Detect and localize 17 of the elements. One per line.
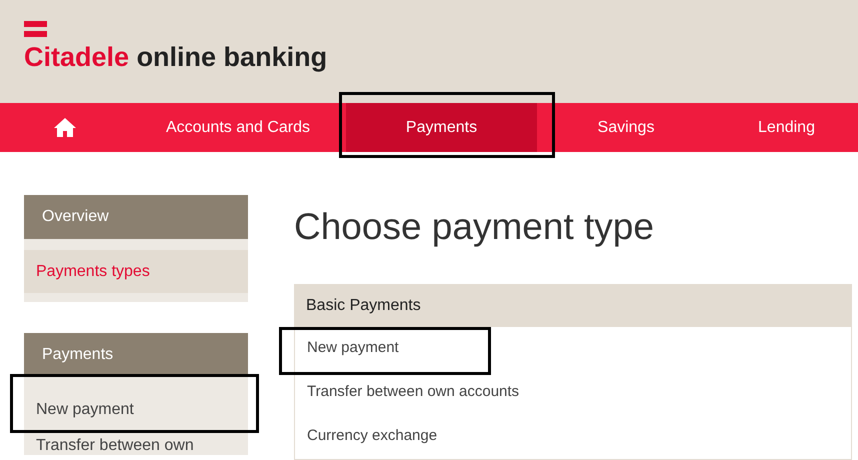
sidebar-item[interactable]: Payments types [24,250,248,293]
sidebar-heading: Payments [24,333,248,377]
sidebar-heading: Overview [24,195,248,239]
nav-tab[interactable]: Lending [715,103,858,152]
payment-type-link[interactable]: Transfer between own accounts [295,370,851,414]
home-icon [54,118,76,137]
card-header: Basic Payments [295,284,851,326]
payment-type-link[interactable]: New payment [295,326,851,370]
logo-text: Citadele online banking [24,44,328,71]
sidebar-item[interactable]: Transfer between own [24,431,248,455]
sidebar-item[interactable]: New payment [24,388,248,431]
nav-tab[interactable]: Savings [537,103,715,152]
nav-tab[interactable]: Accounts and Cards [130,103,346,152]
page-heading: Choose payment type [294,205,655,249]
logo-icon [24,21,47,37]
nav-tab[interactable]: Payments [346,103,537,152]
payment-type-link[interactable]: Currency exchange [295,414,851,458]
